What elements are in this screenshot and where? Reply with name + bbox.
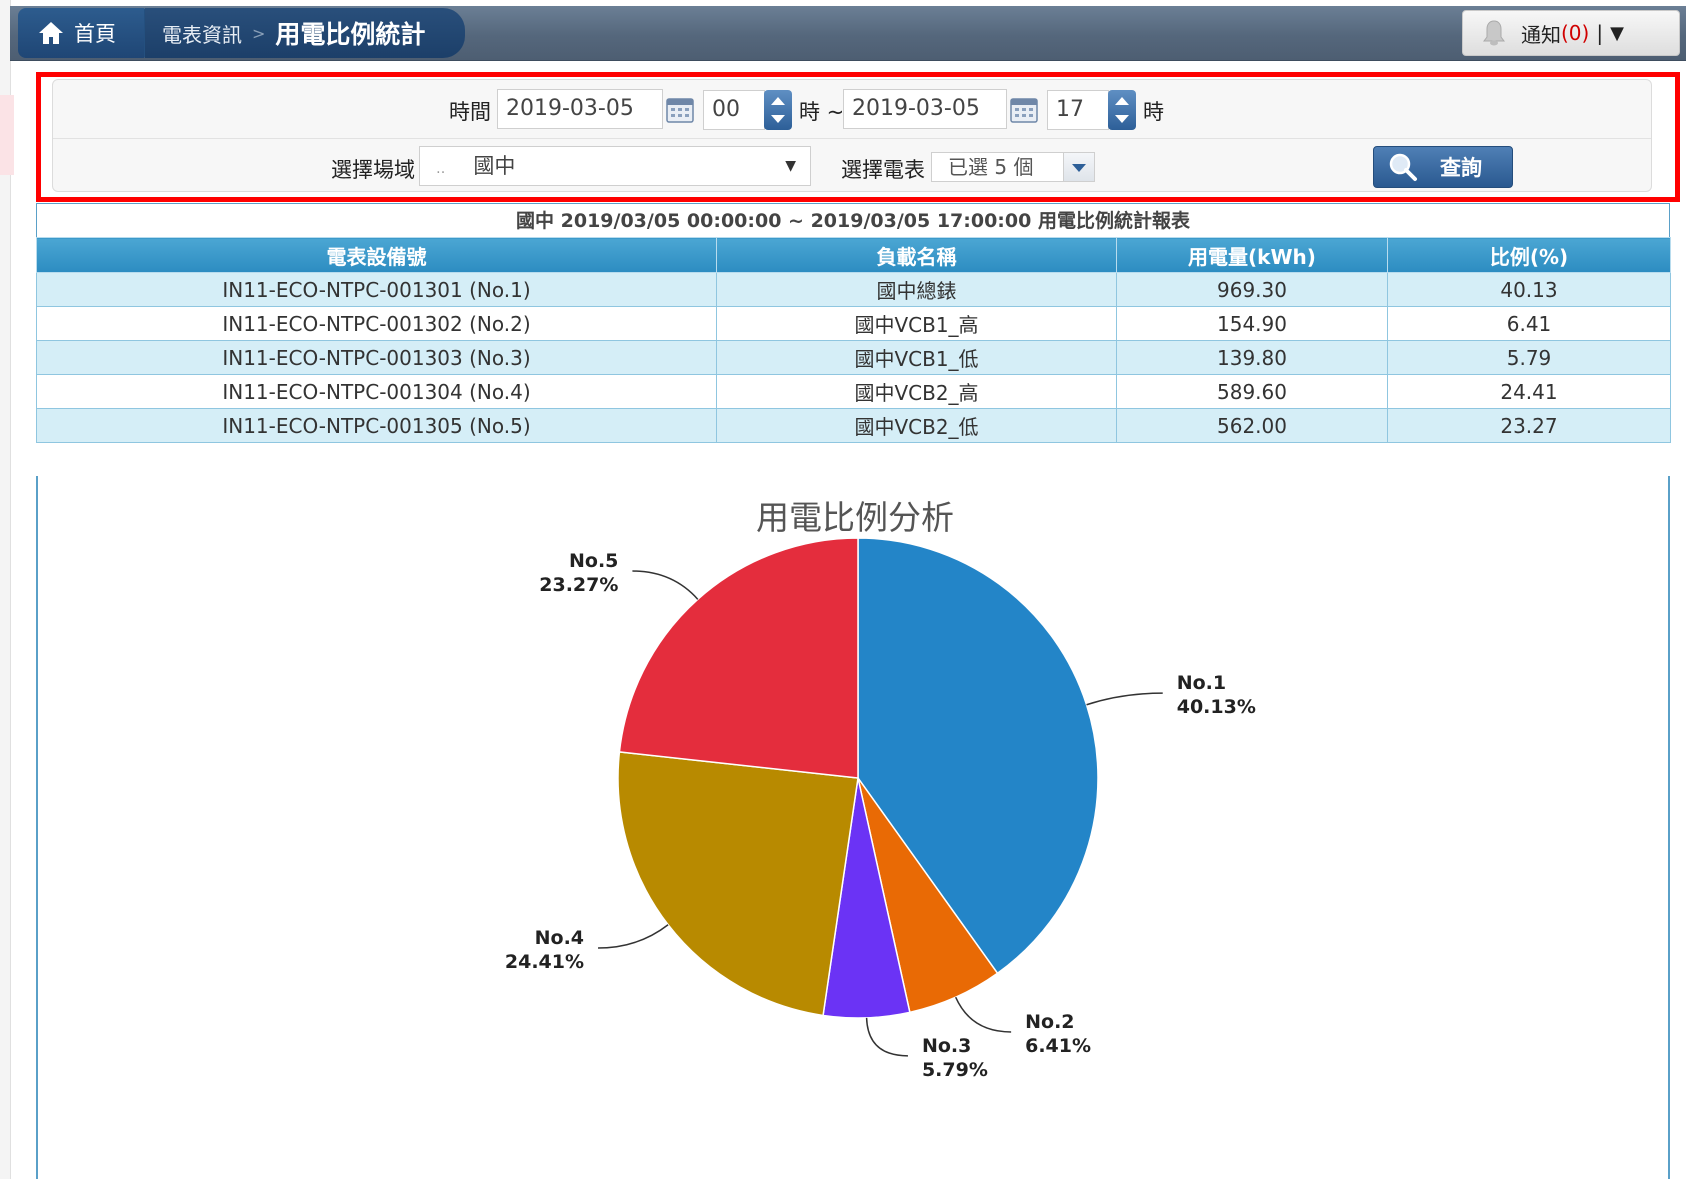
report-table-section: 國中 2019/03/05 00:00:00 ~ 2019/03/05 17:0…	[36, 203, 1671, 443]
cell-usage: 589.60	[1116, 374, 1388, 409]
breadcrumb: 電表資訊 > 用電比例統計	[145, 8, 465, 58]
query-button[interactable]: 查詢	[1373, 146, 1513, 188]
cell-ratio: 40.13	[1387, 272, 1671, 307]
breadcrumb-separator: >	[252, 23, 266, 43]
table-row: IN11-ECO-NTPC-001301 (No.1) 國中總錶 969.30 …	[36, 272, 1671, 307]
site-prefix: ‥	[436, 161, 446, 177]
cell-ratio: 24.41	[1387, 374, 1671, 409]
top-header-bar: 首頁 電表資訊 > 用電比例統計 通知 (0) | ▼	[10, 6, 1686, 61]
column-header-usage[interactable]: 用電量(kWh)	[1116, 237, 1388, 273]
meter-value: 已選 5 個	[948, 155, 1034, 179]
calendar-icon[interactable]	[1009, 94, 1039, 124]
start-hour-input[interactable]: 00	[703, 90, 765, 130]
notify-count: (0)	[1561, 21, 1590, 45]
notification-menu[interactable]: 通知 (0) | ▼	[1462, 10, 1680, 56]
pie-leader-line	[1086, 692, 1163, 706]
table-header-row: 電表設備號 負載名稱 用電量(kWh) 比例(%)	[36, 237, 1671, 273]
cell-usage: 139.80	[1116, 340, 1388, 375]
cell-load-name: 國中總錶	[716, 272, 1117, 307]
pie-label-percent: 5.79%	[922, 1059, 988, 1081]
pie-label-category: No.5	[569, 550, 618, 572]
hour-unit-label: 時 ~	[799, 100, 845, 124]
cell-load-name: 國中VCB1_低	[716, 340, 1117, 375]
column-header-load-name[interactable]: 負載名稱	[716, 237, 1117, 273]
meter-select[interactable]: 已選 5 個	[931, 152, 1095, 182]
filter-panel: 時間 2019-03-05 00 時 ~ 2019-03-05 17 時 選擇場…	[52, 79, 1652, 192]
left-edge-marker	[0, 95, 14, 175]
pie-label-category: No.3	[922, 1035, 971, 1057]
pie-leader-line	[598, 924, 669, 949]
home-label: 首頁	[74, 22, 116, 46]
cell-meter-id: IN11-ECO-NTPC-001304 (No.4)	[36, 374, 717, 409]
calendar-icon[interactable]	[665, 94, 695, 124]
chart-panel: 用電比例分析 No.1 40.13% No.2 6.41% No.3 5.79% No.4 2…	[36, 476, 1670, 1179]
site-select[interactable]: ‥ 國中 ▼	[419, 146, 811, 186]
home-icon	[38, 20, 64, 46]
pie-leader-line	[954, 996, 1012, 1033]
cell-ratio: 6.41	[1387, 306, 1671, 341]
cell-load-name: 國中VCB2_低	[716, 408, 1117, 443]
notify-separator: |	[1596, 21, 1604, 45]
start-date-input[interactable]: 2019-03-05	[497, 89, 663, 129]
left-edge-strip	[0, 0, 11, 1179]
pie-label-category: No.2	[1025, 1011, 1074, 1033]
cell-meter-id: IN11-ECO-NTPC-001305 (No.5)	[36, 408, 717, 443]
cell-usage: 562.00	[1116, 408, 1388, 443]
page-title: 用電比例統計	[275, 20, 426, 49]
pie-label-percent: 6.41%	[1025, 1035, 1091, 1057]
pie-label-category: No.1	[1177, 672, 1226, 694]
pie-leader-line	[632, 570, 699, 600]
site-value: 國中	[473, 154, 516, 178]
report-table: 電表設備號 負載名稱 用電量(kWh) 比例(%) IN11-ECO-NTPC-…	[36, 237, 1671, 443]
start-hour-stepper[interactable]	[764, 90, 792, 130]
table-row: IN11-ECO-NTPC-001303 (No.3) 國中VCB1_低 139…	[36, 340, 1671, 375]
table-row: IN11-ECO-NTPC-001304 (No.4) 國中VCB2_高 589…	[36, 374, 1671, 409]
pie-chart: No.140.13% No.26.41% No.35.79% No.424.41% No…	[505, 537, 1256, 1081]
cell-meter-id: IN11-ECO-NTPC-001302 (No.2)	[36, 306, 717, 341]
chevron-down-icon[interactable]	[1063, 153, 1094, 181]
pie-leader-line	[865, 1017, 908, 1057]
search-icon	[1389, 153, 1417, 181]
pie-slice-no4[interactable]	[617, 751, 859, 1017]
end-hour-input[interactable]: 17	[1047, 90, 1109, 130]
cell-load-name: 國中VCB1_高	[716, 306, 1117, 341]
column-header-ratio[interactable]: 比例(%)	[1387, 237, 1671, 273]
cell-meter-id: IN11-ECO-NTPC-001301 (No.1)	[36, 272, 717, 307]
table-row: IN11-ECO-NTPC-001305 (No.5) 國中VCB2_低 562…	[36, 408, 1671, 443]
pie-label-percent: 24.41%	[505, 951, 584, 973]
site-label: 選擇場域	[331, 158, 415, 182]
cell-ratio: 23.27	[1387, 408, 1671, 443]
bell-icon	[1483, 20, 1505, 46]
cell-usage: 154.90	[1116, 306, 1388, 341]
cell-ratio: 5.79	[1387, 340, 1671, 375]
notify-label: 通知	[1521, 22, 1561, 47]
cell-meter-id: IN11-ECO-NTPC-001303 (No.3)	[36, 340, 717, 375]
breadcrumb-parent[interactable]: 電表資訊	[162, 19, 242, 48]
cell-usage: 969.30	[1116, 272, 1388, 307]
time-label: 時間	[449, 100, 491, 124]
pie-label-percent: 23.27%	[539, 574, 618, 596]
cell-load-name: 國中VCB2_高	[716, 374, 1117, 409]
column-header-meter-id[interactable]: 電表設備號	[36, 237, 717, 273]
pie-label-percent: 40.13%	[1177, 696, 1256, 718]
chevron-down-icon: ▼	[785, 158, 796, 174]
filter-row-divider	[53, 138, 1651, 139]
breadcrumb-home[interactable]: 首頁	[18, 8, 166, 58]
meter-label: 選擇電表	[841, 158, 925, 182]
chevron-down-icon[interactable]: ▼	[1610, 23, 1624, 44]
hour-unit-label: 時	[1143, 100, 1164, 124]
end-hour-stepper[interactable]	[1108, 90, 1136, 130]
query-label: 查詢	[1440, 156, 1482, 180]
table-row: IN11-ECO-NTPC-001302 (No.2) 國中VCB1_高 154…	[36, 306, 1671, 341]
pie-label-category: No.4	[535, 927, 584, 949]
end-date-input[interactable]: 2019-03-05	[843, 89, 1007, 129]
report-title: 國中 2019/03/05 00:00:00 ~ 2019/03/05 17:0…	[36, 203, 1670, 237]
